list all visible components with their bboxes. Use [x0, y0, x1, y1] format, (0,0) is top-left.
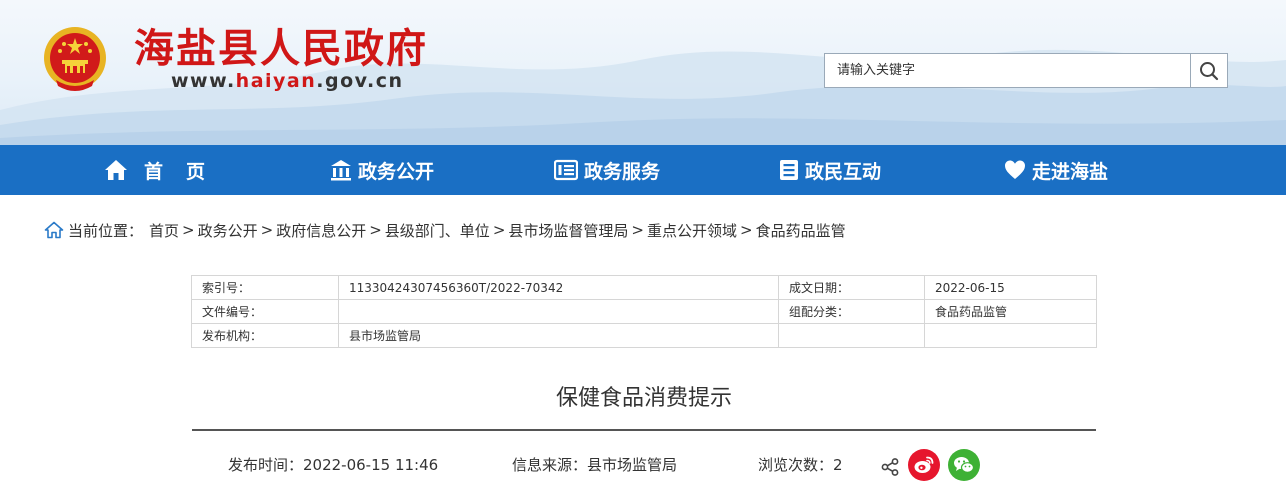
breadcrumb-separator: > — [182, 221, 195, 239]
url-prefix: www. — [171, 70, 236, 92]
national-emblem-icon — [44, 27, 106, 91]
breadcrumb-item-county-departments[interactable]: 县级部门、单位 — [385, 220, 490, 241]
breadcrumb-separator: > — [492, 221, 506, 239]
table-row: 发布机构： 县市场监管局 — [191, 323, 1097, 348]
site-header: 海盐县人民政府 www.haiyan.gov.cn — [0, 0, 1286, 145]
service-list-icon — [554, 159, 578, 181]
share-weibo-button[interactable] — [908, 449, 940, 481]
url-highlight: haiyan — [235, 70, 317, 92]
search-button[interactable] — [1190, 54, 1227, 87]
share-bar — [880, 449, 980, 481]
government-building-icon — [331, 160, 351, 181]
breadcrumb-separator: > — [260, 221, 274, 239]
table-cell: 2022-06-15 — [924, 275, 1097, 300]
site-name[interactable]: 海盐县人民政府 — [134, 16, 428, 74]
nav-item-home[interactable]: 首 页 — [104, 145, 207, 195]
table-cell — [778, 323, 925, 348]
table-row: 索引号： 11330424307456360T/2022-70342 成文日期：… — [191, 275, 1097, 300]
share-icon[interactable] — [880, 457, 900, 477]
weibo-icon — [914, 456, 934, 473]
home-outline-icon — [44, 221, 64, 239]
nav-item-public-interaction[interactable]: 政民互动 — [779, 145, 881, 195]
table-cell: 11330424307456360T/2022-70342 — [338, 275, 779, 300]
nav-item-government-affairs[interactable]: 政务公开 — [330, 145, 434, 195]
url-suffix: .gov.cn — [316, 70, 404, 92]
wechat-icon — [954, 457, 975, 473]
table-cell: 索引号： — [191, 275, 339, 300]
breadcrumb-label: 当前位置： — [68, 221, 144, 240]
nav-item-label: 政务公开 — [358, 160, 435, 183]
breadcrumb-separator: > — [369, 221, 382, 239]
home-icon — [105, 160, 127, 180]
heart-icon — [1005, 160, 1025, 179]
info-source: 信息来源：县市场监管局 — [512, 456, 678, 474]
nav-item-discover-haiyan[interactable]: 走进海盐 — [1004, 145, 1108, 195]
view-count: 浏览次数：2 — [758, 456, 843, 474]
document-info-table: 索引号： 11330424307456360T/2022-70342 成文日期：… — [191, 275, 1097, 348]
table-cell: 发布机构： — [191, 323, 339, 348]
breadcrumb-item-government-affairs[interactable]: 政务公开 — [198, 220, 258, 241]
nav-item-label: 政民互动 — [805, 160, 882, 183]
table-cell: 成文日期： — [778, 275, 925, 300]
table-row: 文件编号： 组配分类： 食品药品监管 — [191, 299, 1097, 324]
table-cell — [338, 299, 779, 324]
article-title: 保健食品消费提示 — [555, 386, 732, 411]
breadcrumb-item-home[interactable]: 首页 — [149, 220, 179, 241]
breadcrumb-separator: > — [631, 221, 644, 239]
table-cell: 组配分类： — [778, 299, 925, 324]
table-cell: 文件编号： — [191, 299, 339, 324]
share-wechat-button[interactable] — [948, 449, 980, 481]
nav-item-label: 走进海盐 — [1032, 160, 1109, 183]
breadcrumb: 当前位置： 首页 > 政务公开 > 政府信息公开 > 县级部门、单位 > 县市场… — [44, 218, 846, 242]
title-divider — [192, 429, 1096, 431]
breadcrumb-item-key-disclosure-areas[interactable]: 重点公开领域 — [647, 220, 737, 241]
breadcrumb-separator: > — [740, 221, 753, 239]
search-icon — [1200, 61, 1219, 80]
table-cell — [924, 323, 1097, 348]
publish-time: 发布时间：2022-06-15 11:46 — [228, 456, 439, 474]
nav-item-label: 政务服务 — [584, 160, 661, 183]
site-url[interactable]: www.haiyan.gov.cn — [171, 70, 403, 92]
search-input[interactable] — [825, 54, 1190, 87]
breadcrumb-item-market-supervision-bureau[interactable]: 县市场监督管理局 — [508, 220, 628, 241]
nav-item-label: 首 页 — [144, 160, 208, 183]
nav-item-government-services[interactable]: 政务服务 — [554, 145, 660, 195]
document-icon — [780, 160, 798, 180]
table-cell: 县市场监管局 — [338, 323, 779, 348]
table-cell: 食品药品监管 — [924, 299, 1097, 324]
breadcrumb-item-info-disclosure[interactable]: 政府信息公开 — [276, 220, 366, 241]
search-box — [824, 53, 1228, 88]
breadcrumb-item-food-drug-supervision[interactable]: 食品药品监管 — [756, 220, 846, 241]
